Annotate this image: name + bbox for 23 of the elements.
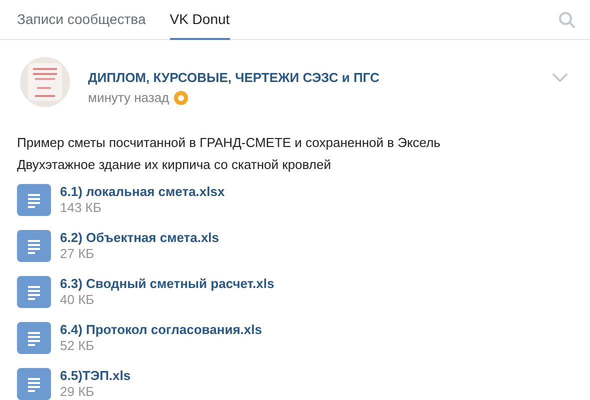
file-size: 52 КБ — [60, 338, 94, 354]
author-link[interactable]: ДИПЛОМ, КУРСОВЫЕ, ЧЕРТЕЖИ СЭЗС и ПГС — [88, 70, 380, 85]
document-icon[interactable] — [17, 230, 51, 262]
file-link[interactable]: 6.1) локальная смета.xlsx — [60, 184, 225, 200]
post-text: Пример сметы посчитанной в ГРАНД-СМЕТЕ и сохраненной в Эксель — [17, 134, 442, 152]
file-size: 143 КБ — [60, 200, 102, 216]
file-size: 29 КБ — [60, 384, 94, 400]
search-icon[interactable] — [558, 10, 576, 28]
file-size: 27 КБ — [60, 246, 94, 262]
file-size: 40 КБ — [60, 292, 94, 308]
post-time[interactable]: минуту назад — [88, 90, 170, 105]
document-icon[interactable] — [17, 276, 51, 308]
document-icon[interactable] — [17, 322, 51, 354]
file-link[interactable]: 6.4) Протокол согласования.xls — [60, 322, 262, 338]
file-link[interactable]: 6.2) Объектная смета.xls — [60, 230, 220, 246]
chevron-down-icon[interactable] — [552, 73, 568, 83]
tab[interactable]: Записи сообщества — [17, 0, 146, 40]
document-icon[interactable] — [17, 368, 51, 400]
document-icon[interactable] — [17, 184, 51, 216]
file-link[interactable]: 6.3) Сводный сметный расчет.xls — [60, 276, 274, 292]
post-text: Двухэтажное здание их кирпича со скатной кровлей — [17, 156, 332, 174]
file-link[interactable]: 6.5)ТЭП.xls — [60, 368, 131, 384]
tab[interactable]: VK Donut — [170, 0, 230, 40]
